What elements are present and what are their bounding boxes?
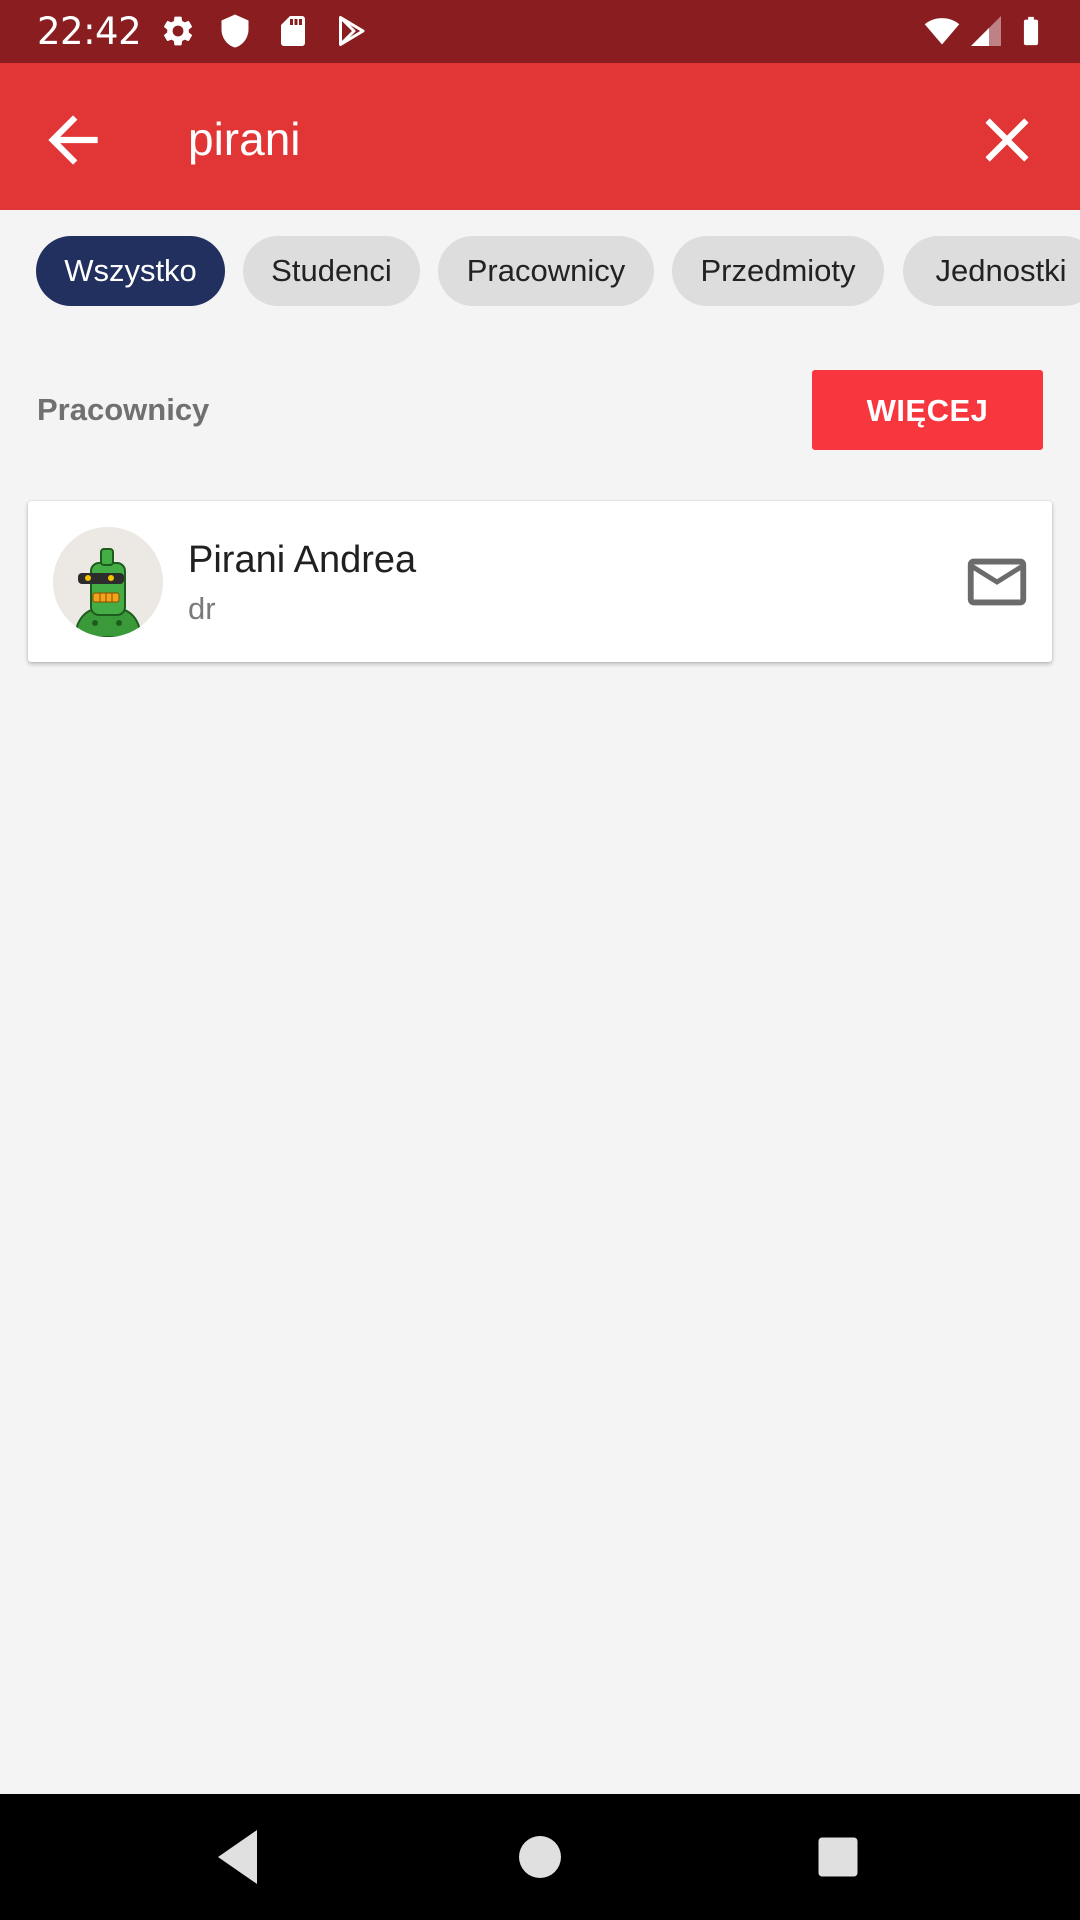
chip-studenci[interactable]: Studenci [243, 236, 420, 306]
robot-avatar-icon [53, 527, 163, 637]
shield-icon [221, 14, 249, 48]
person-title: dr [188, 591, 216, 626]
chip-przedmioty[interactable]: Przedmioty [672, 236, 884, 306]
chip-wszystko[interactable]: Wszystko [36, 236, 225, 306]
person-name: Pirani Andrea [188, 539, 417, 581]
gear-icon [163, 16, 193, 46]
battery-icon [1023, 16, 1039, 46]
status-bar: 22:42 [0, 0, 1080, 63]
status-time: 22:42 [37, 10, 142, 53]
avatar [53, 527, 163, 637]
search-app-bar [0, 63, 1080, 210]
more-button[interactable]: WIĘCEJ [812, 370, 1043, 450]
play-store-icon [339, 16, 365, 46]
close-icon[interactable] [970, 103, 1044, 177]
mail-icon[interactable] [962, 547, 1032, 617]
section-title: Pracownicy [37, 392, 210, 427]
home-circle-icon[interactable] [504, 1821, 576, 1893]
person-card[interactable]: Pirani Andrea dr [28, 501, 1052, 662]
system-nav-bar [0, 1794, 1080, 1920]
sd-card-icon [281, 16, 305, 46]
filter-chips: Wszystko Studenci Pracownicy Przedmioty … [0, 236, 1080, 308]
cell-signal-icon [971, 16, 1001, 46]
arrow-back-icon[interactable] [36, 103, 110, 177]
wifi-icon [924, 18, 960, 45]
search-input[interactable] [188, 103, 948, 175]
back-triangle-icon[interactable] [203, 1821, 275, 1893]
chip-jednostki[interactable]: Jednostki [903, 236, 1080, 306]
chip-pracownicy[interactable]: Pracownicy [438, 236, 654, 306]
recents-square-icon[interactable] [802, 1821, 874, 1893]
